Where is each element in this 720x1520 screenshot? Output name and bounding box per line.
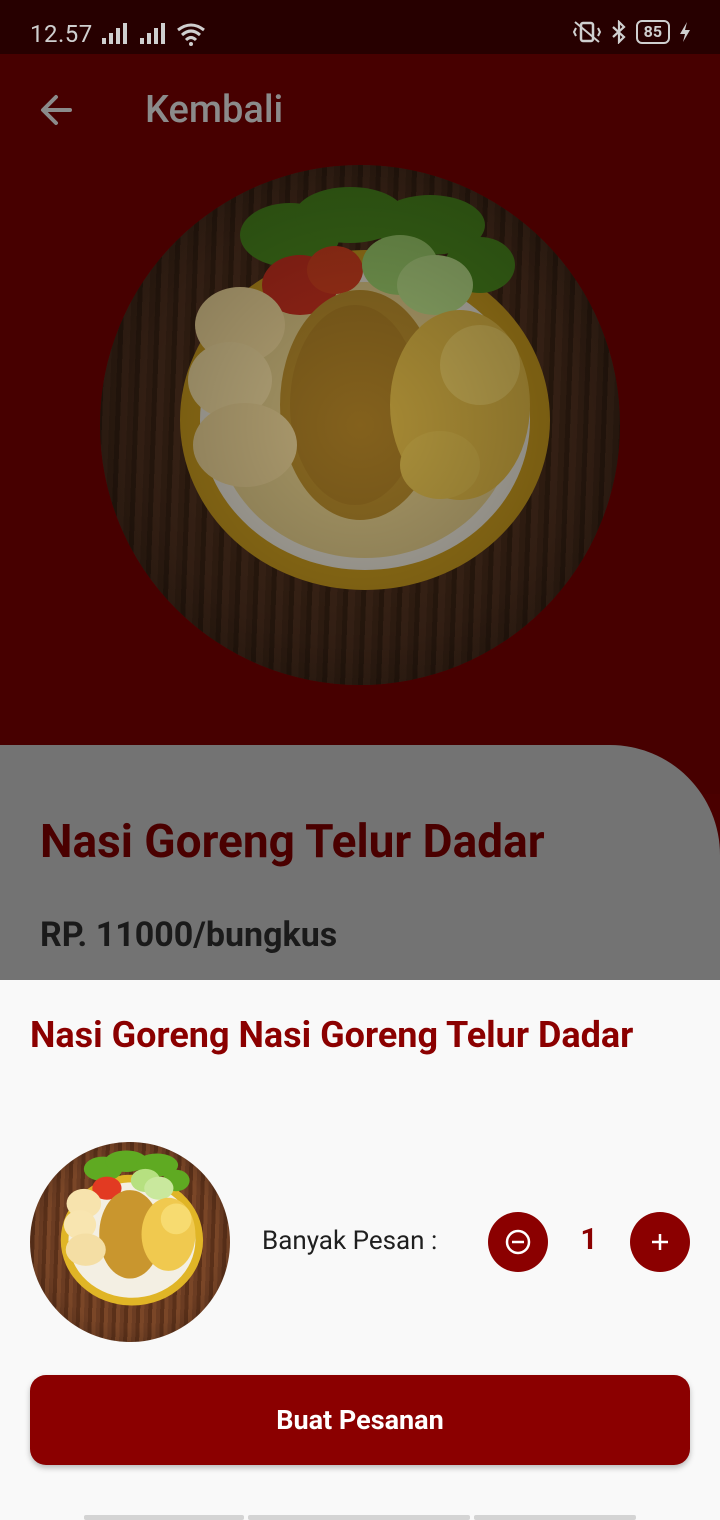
- plus-icon: [652, 1234, 668, 1250]
- bluetooth-icon: [611, 20, 626, 44]
- wifi-icon: [177, 23, 205, 46]
- product-info-panel: Nasi Goreng Telur Dadar RP. 11000/bungku…: [0, 745, 720, 985]
- nav-strip-left: [84, 1515, 244, 1520]
- decrease-quantity-button[interactable]: [488, 1212, 548, 1272]
- product-price: RP. 11000/bungkus: [40, 915, 338, 955]
- status-bar: 12.57 85: [0, 0, 720, 54]
- food-plate-illustration: [100, 165, 620, 685]
- order-product-thumbnail: [30, 1142, 230, 1342]
- quantity-value: 1: [580, 1222, 598, 1257]
- charging-icon: [680, 22, 690, 42]
- food-plate-thumbnail: [60, 1150, 204, 1306]
- back-label[interactable]: Kembali: [145, 88, 283, 132]
- increase-quantity-button[interactable]: [630, 1212, 690, 1272]
- minus-circle-icon: [505, 1229, 531, 1255]
- quantity-label: Banyak Pesan :: [262, 1226, 438, 1256]
- battery-icon: 85: [635, 20, 670, 44]
- nav-strip-right: [474, 1515, 636, 1520]
- back-arrow-icon[interactable]: [36, 90, 76, 130]
- signal-icon-2: [140, 23, 165, 44]
- nav-strip-center: [248, 1515, 470, 1520]
- signal-icon: [102, 23, 127, 44]
- product-image: [100, 165, 620, 685]
- status-time: 12.57: [30, 20, 93, 48]
- order-bottom-sheet: Nasi Goreng Nasi Goreng Telur Dadar Bany…: [0, 980, 720, 1520]
- order-sheet-title: Nasi Goreng Nasi Goreng Telur Dadar: [30, 1014, 634, 1056]
- vibrate-icon: [572, 21, 601, 43]
- back-bar: Kembali: [0, 54, 720, 164]
- place-order-button[interactable]: Buat Pesanan: [30, 1375, 690, 1465]
- product-name: Nasi Goreng Telur Dadar: [40, 815, 545, 869]
